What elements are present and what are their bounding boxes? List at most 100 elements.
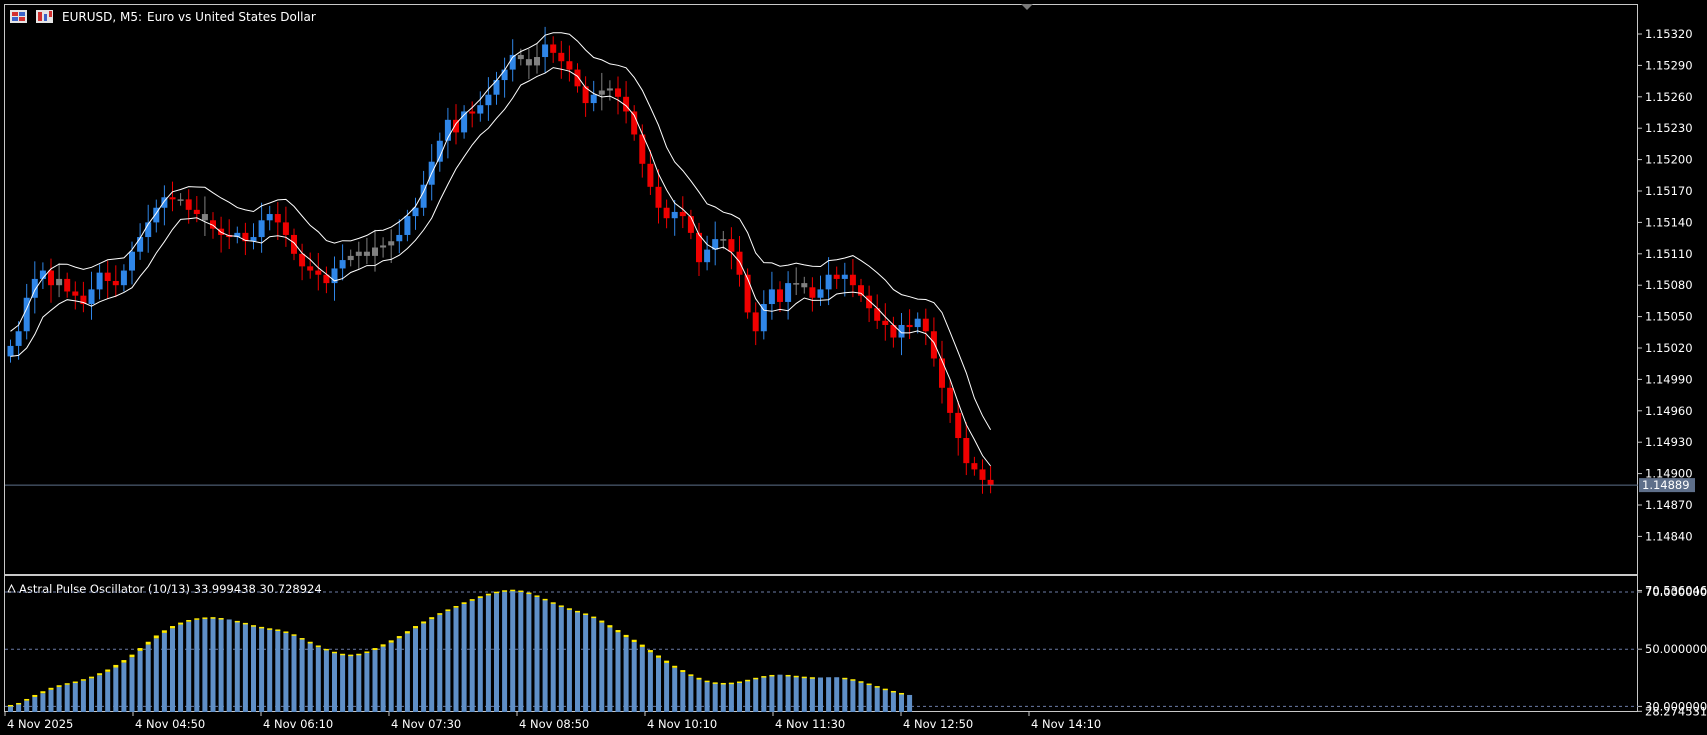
oscillator-bar (194, 618, 200, 712)
oscillator-bar (396, 636, 402, 712)
oscillator-bar (340, 653, 346, 712)
oscillator-bar (712, 682, 718, 712)
oscillator-bar (453, 606, 459, 712)
oscillator-bar (315, 645, 321, 712)
oscillator-bar (818, 677, 823, 712)
oscillator-bar (850, 679, 856, 712)
oscillator-bar (826, 677, 832, 712)
oscillator-bar (113, 664, 119, 712)
oscillator-bar (251, 625, 256, 712)
oscillator-bar (332, 651, 337, 712)
oscillator-bar (639, 644, 645, 712)
oscillator-bar (688, 674, 694, 712)
chart-canvas[interactable]: EURUSD, M5: Euro vs United States Dollar… (0, 0, 1707, 735)
oscillator-bar (664, 660, 670, 712)
oscillator-bar (631, 639, 637, 712)
oscillator-bar (388, 640, 394, 712)
oscillator-bar (226, 619, 232, 712)
oscillator-bar (210, 617, 216, 712)
candles-icon (36, 10, 53, 23)
oscillator-bar (48, 687, 54, 712)
oscillator-bar (356, 653, 362, 712)
price-label: 1.14900 (1645, 467, 1693, 481)
price-label: 1.15290 (1645, 58, 1693, 72)
price-label: 1.15320 (1645, 27, 1693, 41)
oscillator-bar (566, 608, 572, 712)
oscillator-bar (299, 638, 305, 712)
oscillator-bar (882, 688, 888, 712)
oscillator-bar (550, 602, 556, 712)
oscillator-bar (129, 654, 135, 712)
oscillator-bar (623, 634, 629, 712)
oscillator-bar (267, 628, 273, 712)
oscillator-bar (56, 685, 62, 712)
oscillator-bar (526, 592, 532, 712)
oscillator-bar (866, 683, 872, 712)
oscillator-bar (518, 590, 524, 712)
oscillator-bar (704, 680, 710, 712)
oscillator-bar (607, 625, 613, 712)
oscillator-bar (348, 654, 354, 712)
time-label: 4 Nov 07:30 (391, 717, 461, 731)
oscillator-bar (89, 676, 94, 712)
oscillator-bar (170, 626, 175, 712)
oscillator-bar (380, 644, 386, 712)
indicator-title: Astral Pulse Oscillator (10/13) 33.99943… (19, 582, 322, 596)
price-label: 1.15080 (1645, 278, 1693, 292)
oscillator-bar (761, 676, 767, 712)
oscillator-bar (64, 683, 70, 712)
oscillator-bar (242, 622, 248, 712)
oscillator-bar (615, 630, 621, 712)
oscillator-bar (40, 691, 46, 712)
oscillator-bar (785, 674, 791, 712)
oscillator-bar (542, 598, 548, 712)
indicator-axis-label: 50.000000 (1645, 642, 1707, 656)
price-label: 1.14870 (1645, 498, 1693, 512)
price-label: 1.15050 (1645, 310, 1693, 324)
oscillator-bar (696, 677, 702, 712)
oscillator-bar (728, 682, 734, 712)
price-label: 1.15170 (1645, 184, 1693, 198)
oscillator-bar (680, 670, 686, 712)
oscillator-bar (202, 617, 208, 712)
price-label: 1.15230 (1645, 121, 1693, 135)
indicator-axis-label: 70.000000 (1645, 585, 1707, 599)
oscillator-bar (32, 694, 38, 712)
price-label: 1.14960 (1645, 404, 1693, 418)
oscillator-bar (809, 677, 815, 712)
time-label: 4 Nov 14:10 (1031, 717, 1101, 731)
oscillator-bar (801, 676, 807, 712)
oscillator-bar (105, 669, 111, 712)
oscillator-bar (364, 651, 370, 712)
oscillator-bar (469, 599, 475, 712)
oscillator-bar (737, 681, 742, 712)
oscillator-bar (72, 681, 78, 712)
price-label: 1.15200 (1645, 153, 1693, 167)
oscillator-bar (874, 686, 880, 712)
price-label: 1.15260 (1645, 90, 1693, 104)
oscillator-bar (404, 631, 410, 712)
time-label: 4 Nov 11:30 (775, 717, 845, 731)
oscillator-bar (672, 665, 678, 712)
time-label: 4 Nov 10:10 (647, 717, 717, 731)
oscillator-bar (858, 681, 864, 712)
symbol-label: EURUSD, M5: (62, 10, 142, 24)
oscillator-bar (437, 613, 443, 712)
oscillator-bar (793, 675, 799, 712)
oscillator-bar (421, 621, 427, 712)
oscillator-bar (834, 677, 840, 712)
price-label: 1.14930 (1645, 435, 1693, 449)
indicator-axis-label: 28.274531 (1645, 704, 1707, 718)
oscillator-bar (899, 692, 904, 712)
oscillator-bar (323, 648, 329, 712)
price-label: 1.15140 (1645, 215, 1693, 229)
oscillator-bar (502, 590, 508, 712)
oscillator-bar (16, 702, 22, 712)
oscillator-bar (485, 593, 491, 712)
oscillator-bar (145, 641, 151, 712)
oscillator-bar (429, 617, 435, 712)
time-label: 4 Nov 2025 (7, 717, 73, 731)
oscillator-bar (494, 591, 499, 712)
time-label: 4 Nov 06:10 (263, 717, 333, 731)
oscillator-bar (656, 655, 661, 712)
